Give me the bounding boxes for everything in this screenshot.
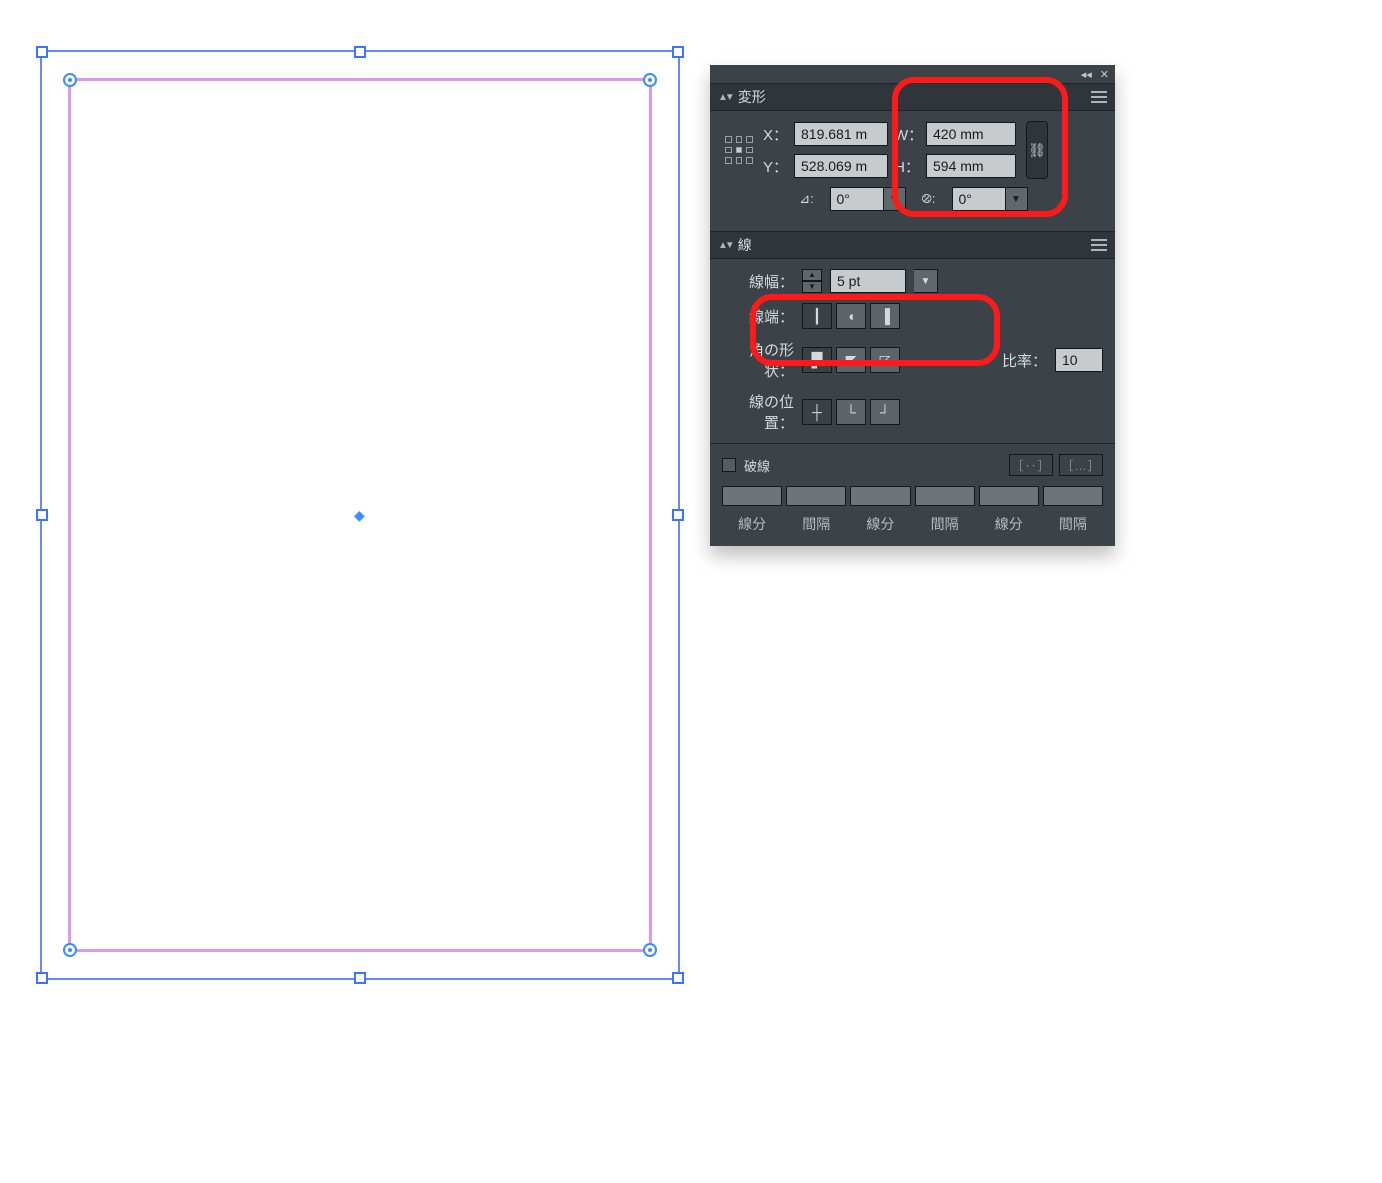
cap-butt-button[interactable]: ┃ bbox=[802, 303, 832, 329]
dashed-line-label: 破線 bbox=[744, 456, 770, 475]
stroke-weight-field[interactable]: 5 pt bbox=[830, 269, 906, 293]
dash-field-3[interactable] bbox=[979, 486, 1039, 506]
stroke-panel-separator bbox=[710, 443, 1115, 444]
align-stroke-inside-button[interactable]: └ bbox=[836, 399, 866, 425]
panel-expand-icon[interactable]: ▲▼ bbox=[718, 240, 732, 251]
gap-field-1[interactable] bbox=[786, 486, 846, 506]
transform-panel-header[interactable]: ▲▼ 変形 bbox=[710, 83, 1115, 111]
transform-panel-title: 変形 bbox=[738, 87, 766, 107]
dash-align-adjust-button[interactable]: ［…］ bbox=[1059, 454, 1103, 476]
stroke-align-label: 線の位置： bbox=[722, 391, 794, 433]
align-stroke-center-button[interactable]: ┼ bbox=[802, 399, 832, 425]
shear-icon: ⦼: bbox=[920, 191, 938, 207]
anchor-ne[interactable] bbox=[643, 73, 657, 87]
transform-panel-menu-icon[interactable] bbox=[1091, 91, 1107, 103]
stroke-join-label: 角の形状： bbox=[722, 339, 794, 381]
constrain-proportions-icon[interactable]: ⛓ bbox=[1026, 121, 1048, 179]
dash-col-label-2: 間隔 bbox=[786, 510, 846, 534]
bbox-handle-w[interactable] bbox=[36, 509, 48, 521]
bbox-handle-ne[interactable] bbox=[672, 46, 684, 58]
rotate-value[interactable]: 0° bbox=[830, 187, 884, 211]
join-round-button[interactable]: ◤ bbox=[836, 347, 866, 373]
dash-col-label-5: 線分 bbox=[979, 510, 1039, 534]
bbox-handle-n[interactable] bbox=[354, 46, 366, 58]
join-miter-button[interactable]: ▛ bbox=[802, 347, 832, 373]
stroke-weight-down-icon[interactable]: ▼ bbox=[802, 281, 822, 293]
dash-col-label-6: 間隔 bbox=[1043, 510, 1103, 534]
join-bevel-button[interactable]: ◸ bbox=[870, 347, 900, 373]
panels-dock: ◂◂ ✕ ▲▼ 変形 X： 819.681 m Y： 528.0 bbox=[710, 65, 1115, 546]
dash-col-label-4: 間隔 bbox=[915, 510, 975, 534]
miter-limit-label: 比率： bbox=[1002, 350, 1047, 371]
bbox-handle-nw[interactable] bbox=[36, 46, 48, 58]
cap-projecting-button[interactable]: ▐ bbox=[870, 303, 900, 329]
gap-field-3[interactable] bbox=[1043, 486, 1103, 506]
miter-limit-field[interactable]: 10 bbox=[1055, 348, 1103, 372]
stroke-panel-body: 線幅： ▲ ▼ 5 pt ▼ 線端： ┃ ◖ ▐ 角の形状： ▛ ◤ ◸ 比率： bbox=[710, 259, 1115, 546]
dashed-line-checkbox[interactable] bbox=[722, 458, 736, 472]
shear-field[interactable]: 0° ▼ bbox=[952, 187, 1028, 211]
transform-panel-body: X： 819.681 m Y： 528.069 m W： 420 mm H： 5… bbox=[710, 111, 1115, 231]
stroke-panel-menu-icon[interactable] bbox=[1091, 239, 1107, 251]
w-field[interactable]: 420 mm bbox=[926, 122, 1016, 146]
stroke-cap-label: 線端： bbox=[722, 306, 794, 327]
bbox-handle-se[interactable] bbox=[672, 972, 684, 984]
rotate-dropdown-icon[interactable]: ▼ bbox=[884, 187, 906, 211]
w-label: W： bbox=[894, 124, 920, 145]
x-label: X： bbox=[762, 124, 788, 145]
x-field[interactable]: 819.681 m bbox=[794, 122, 888, 146]
stroke-panel-header[interactable]: ▲▼ 線 bbox=[710, 231, 1115, 259]
align-stroke-outside-button[interactable]: ┘ bbox=[870, 399, 900, 425]
bbox-handle-e[interactable] bbox=[672, 509, 684, 521]
panel-topbar: ◂◂ ✕ bbox=[710, 65, 1115, 83]
cap-round-button[interactable]: ◖ bbox=[836, 303, 866, 329]
stroke-weight-stepper[interactable]: ▲ ▼ bbox=[802, 269, 822, 293]
canvas-artboard[interactable]: ◆ bbox=[40, 50, 680, 980]
reference-point-widget[interactable] bbox=[722, 133, 756, 167]
dash-col-label-1: 線分 bbox=[722, 510, 782, 534]
panel-expand-icon[interactable]: ▲▼ bbox=[718, 92, 732, 103]
panel-collapse-icon[interactable]: ◂◂ bbox=[1081, 68, 1092, 81]
h-field[interactable]: 594 mm bbox=[926, 154, 1016, 178]
gap-field-2[interactable] bbox=[915, 486, 975, 506]
y-label: Y： bbox=[762, 156, 788, 177]
stroke-weight-up-icon[interactable]: ▲ bbox=[802, 269, 822, 281]
stroke-weight-label: 線幅： bbox=[722, 271, 794, 292]
selected-rectangle-path[interactable] bbox=[68, 78, 652, 952]
anchor-nw[interactable] bbox=[63, 73, 77, 87]
shear-dropdown-icon[interactable]: ▼ bbox=[1006, 187, 1028, 211]
rotate-field[interactable]: 0° ▼ bbox=[830, 187, 906, 211]
shear-value[interactable]: 0° bbox=[952, 187, 1006, 211]
stroke-panel-title: 線 bbox=[738, 235, 752, 255]
anchor-se[interactable] bbox=[643, 943, 657, 957]
dash-col-label-3: 線分 bbox=[850, 510, 910, 534]
bbox-handle-sw[interactable] bbox=[36, 972, 48, 984]
h-label: H： bbox=[894, 156, 920, 177]
dash-align-preserve-button[interactable]: ［‥］ bbox=[1009, 454, 1053, 476]
y-field[interactable]: 528.069 m bbox=[794, 154, 888, 178]
anchor-sw[interactable] bbox=[63, 943, 77, 957]
rotate-icon: ⊿: bbox=[798, 191, 816, 207]
dash-pattern-grid: 線分 間隔 線分 間隔 線分 間隔 bbox=[722, 486, 1103, 534]
dash-field-2[interactable] bbox=[850, 486, 910, 506]
stroke-weight-dropdown-icon[interactable]: ▼ bbox=[914, 269, 938, 293]
bbox-handle-s[interactable] bbox=[354, 972, 366, 984]
dash-field-1[interactable] bbox=[722, 486, 782, 506]
panel-close-icon[interactable]: ✕ bbox=[1100, 68, 1109, 81]
